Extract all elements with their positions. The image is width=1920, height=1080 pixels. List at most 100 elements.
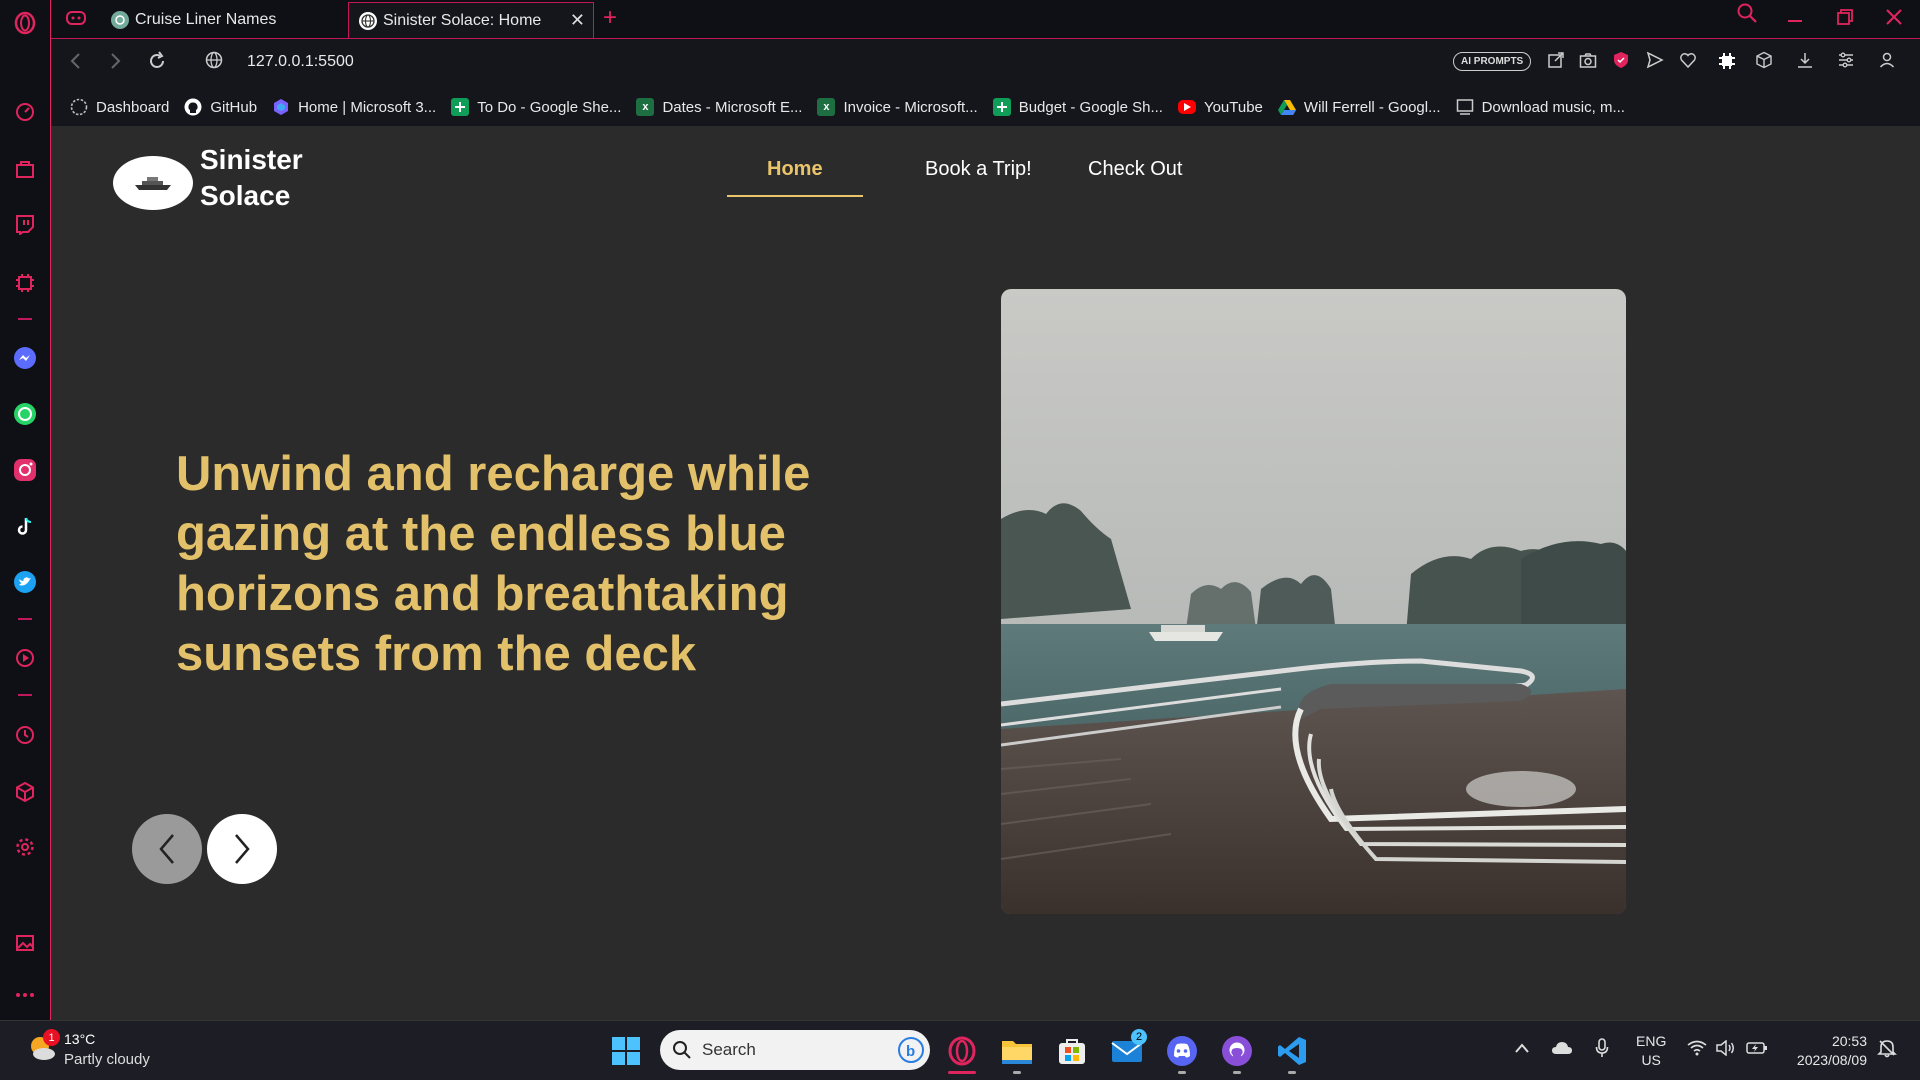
wallpaper-icon[interactable]: [12, 930, 38, 956]
gx-cleaner-icon[interactable]: [1717, 51, 1737, 76]
url-field[interactable]: 127.0.0.1:5500: [247, 53, 354, 71]
volume-speaker-icon[interactable]: [1716, 1039, 1736, 1059]
running-app-indicator: [1288, 1071, 1296, 1074]
gx-control-icon[interactable]: [12, 270, 38, 296]
language-indicator[interactable]: ENG US: [1636, 1032, 1666, 1070]
site-brand-name[interactable]: Sinister Solace: [200, 142, 303, 214]
taskbar-vscode[interactable]: [1274, 1033, 1310, 1074]
reload-icon[interactable]: [147, 51, 167, 77]
tab-label: Cruise Liner Names: [135, 11, 277, 28]
taskbar-microsoft-store[interactable]: [1054, 1033, 1090, 1069]
onedrive-cloud-icon[interactable]: [1551, 1041, 1573, 1058]
more-options-icon[interactable]: [12, 982, 38, 1008]
bookmark-download-music[interactable]: Download music, m...: [1456, 98, 1625, 116]
language-code: ENG: [1636, 1033, 1667, 1049]
bookmark-youtube[interactable]: YouTube: [1177, 99, 1263, 116]
bookmark-dashboard[interactable]: Dashboard: [70, 98, 169, 116]
carousel-prev-button[interactable]: [132, 814, 202, 884]
adblock-shield-icon[interactable]: [1612, 51, 1630, 74]
ai-prompts-button[interactable]: AI PROMPTS: [1453, 52, 1532, 71]
bookmark-label: Home | Microsoft 3...: [298, 98, 437, 116]
bookmark-budget-sheet[interactable]: Budget - Google Sh...: [992, 98, 1163, 116]
clock[interactable]: 20:53 2023/08/09: [1785, 1032, 1867, 1070]
microphone-icon[interactable]: [1595, 1038, 1609, 1061]
back-arrow-icon[interactable]: [68, 51, 84, 77]
bing-icon[interactable]: b: [898, 1037, 924, 1063]
taskbar-discord[interactable]: [1164, 1033, 1200, 1074]
tab-cruise-liner-names[interactable]: Cruise Liner Names ✕: [101, 2, 389, 38]
bookmark-label: Dates - Microsoft E...: [662, 98, 803, 116]
speed-dial-icon[interactable]: [12, 99, 38, 125]
keyboard-region: US: [1641, 1052, 1661, 1068]
github-icon: [184, 98, 202, 116]
chevron-right-icon: [235, 834, 250, 864]
tab-sinister-solace-home[interactable]: Sinister Solace: Home ✕: [348, 2, 594, 38]
twitter-icon[interactable]: [12, 569, 38, 595]
chatgpt-favicon-icon: [111, 11, 129, 29]
carousel-next-button[interactable]: [207, 814, 277, 884]
taskbar-mail[interactable]: 2: [1109, 1029, 1147, 1069]
tab-label: Sinister Solace: Home: [383, 11, 542, 29]
notifications-bell-icon[interactable]: [1877, 1038, 1897, 1061]
bookmark-dates-excel[interactable]: x Dates - Microsoft E...: [636, 98, 802, 116]
excel-icon: x: [636, 98, 655, 116]
history-icon[interactable]: [12, 722, 38, 748]
site-info-globe-icon[interactable]: [205, 51, 223, 75]
gx-game-icon[interactable]: [66, 10, 86, 31]
nav-home[interactable]: Home: [727, 150, 863, 197]
opera-logo-icon[interactable]: [12, 10, 38, 36]
bookmark-label: Will Ferrell - Googl...: [1303, 98, 1441, 116]
new-tab-button[interactable]: +: [603, 4, 617, 32]
shopping-icon[interactable]: [12, 156, 38, 182]
sidebar-divider: [18, 694, 32, 696]
close-tab-icon[interactable]: ✕: [570, 10, 585, 31]
profile-icon[interactable]: [1878, 51, 1896, 74]
battery-charging-icon[interactable]: [1746, 1041, 1768, 1058]
snapshot-camera-icon[interactable]: [1579, 51, 1597, 74]
send-arrow-icon[interactable]: [1646, 51, 1664, 74]
store-bag-icon: [1059, 1039, 1085, 1064]
running-app-indicator: [1178, 1071, 1186, 1074]
bookmark-google-drive[interactable]: Will Ferrell - Googl...: [1277, 98, 1441, 116]
heart-icon[interactable]: [1679, 51, 1697, 74]
taskbar-opera-gx[interactable]: [944, 1033, 980, 1074]
close-window-icon[interactable]: [1885, 8, 1903, 32]
taskbar-search-box[interactable]: Search b: [660, 1030, 930, 1070]
bookmark-github[interactable]: GitHub: [184, 98, 257, 116]
wifi-icon[interactable]: [1687, 1040, 1707, 1059]
messenger-icon[interactable]: [12, 345, 38, 371]
restore-window-icon[interactable]: [1836, 8, 1854, 32]
share-icon[interactable]: [1547, 51, 1565, 74]
minimize-window-icon[interactable]: [1786, 6, 1804, 30]
mail-count-badge: 2: [1131, 1029, 1147, 1045]
bookmark-todo-sheet[interactable]: To Do - Google She...: [451, 98, 621, 116]
bookmark-invoice-excel[interactable]: x Invoice - Microsoft...: [817, 98, 978, 116]
show-hidden-icons-chevron-up-icon[interactable]: [1514, 1041, 1530, 1057]
easy-setup-sliders-icon[interactable]: [1837, 51, 1855, 74]
extensions-icon[interactable]: [12, 779, 38, 805]
whatsapp-icon[interactable]: [12, 401, 38, 427]
tiktok-icon[interactable]: [12, 513, 38, 539]
settings-gear-icon[interactable]: [12, 834, 38, 860]
google-drive-icon: [1277, 98, 1296, 116]
twitch-icon[interactable]: [12, 211, 38, 237]
running-app-indicator: [1013, 1071, 1021, 1074]
taskbar-github-desktop[interactable]: [1219, 1033, 1255, 1074]
forward-arrow-icon[interactable]: [107, 51, 123, 77]
windows-start-button[interactable]: [608, 1033, 644, 1069]
site-logo[interactable]: [113, 156, 193, 210]
taskbar-file-explorer[interactable]: [999, 1033, 1035, 1074]
player-icon[interactable]: [12, 645, 38, 671]
download-icon[interactable]: [1796, 51, 1814, 74]
nav-check-out[interactable]: Check Out: [1068, 150, 1202, 195]
download-site-icon: [1456, 98, 1474, 116]
extensions-cube-icon[interactable]: [1755, 51, 1773, 74]
nav-book-a-trip[interactable]: Book a Trip!: [905, 150, 1052, 195]
cruise-ship-icon: [135, 177, 171, 190]
search-tabs-icon[interactable]: [1736, 2, 1758, 30]
instagram-icon[interactable]: [12, 457, 38, 483]
folder-icon: [1002, 1041, 1032, 1064]
bookmark-label: Invoice - Microsoft...: [843, 98, 978, 116]
bookmark-microsoft-365[interactable]: Home | Microsoft 3...: [272, 98, 436, 116]
discord-icon: [1167, 1036, 1197, 1066]
